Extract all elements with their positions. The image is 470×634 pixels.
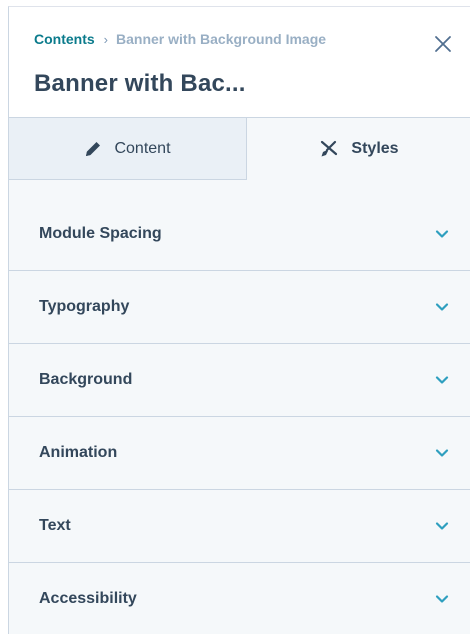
- close-icon: [435, 36, 451, 52]
- sidebar-panel: Contents › Banner with Background Image …: [8, 6, 470, 634]
- chevron-down-icon: [435, 522, 449, 530]
- tab-styles[interactable]: Styles: [247, 118, 470, 180]
- breadcrumb-separator: ›: [103, 31, 109, 47]
- pencil-icon: [86, 141, 101, 156]
- tab-styles-label: Styles: [351, 140, 399, 157]
- section-label: Accessibility: [39, 590, 137, 607]
- section-accessibility[interactable]: Accessibility: [9, 563, 470, 634]
- chevron-down-icon: [435, 303, 449, 311]
- section-label: Typography: [39, 298, 130, 315]
- tab-content-label: Content: [114, 139, 171, 157]
- section-typography[interactable]: Typography: [9, 271, 470, 344]
- section-module-spacing[interactable]: Module Spacing: [9, 198, 470, 271]
- section-label: Background: [39, 371, 133, 388]
- section-label: Module Spacing: [39, 225, 162, 242]
- tab-bar: Content Styles: [9, 118, 470, 180]
- chevron-down-icon: [435, 376, 449, 384]
- section-background[interactable]: Background: [9, 344, 470, 417]
- chevron-down-icon: [435, 449, 449, 457]
- tab-content[interactable]: Content: [9, 118, 247, 180]
- page-title: Banner with Bac...: [34, 70, 246, 97]
- panel-header: Contents › Banner with Background Image …: [9, 7, 470, 118]
- section-label: Text: [39, 517, 71, 534]
- brush-icon: [321, 140, 338, 157]
- section-animation[interactable]: Animation: [9, 417, 470, 490]
- chevron-down-icon: [435, 230, 449, 238]
- section-text[interactable]: Text: [9, 490, 470, 563]
- breadcrumb-contents-link[interactable]: Contents: [34, 31, 95, 47]
- section-label: Animation: [39, 444, 118, 461]
- style-sections-list: Module Spacing Typography Background Ani…: [9, 198, 470, 634]
- close-button[interactable]: [432, 33, 454, 55]
- chevron-down-icon: [435, 595, 449, 603]
- breadcrumb-current: Banner with Background Image: [116, 31, 327, 47]
- breadcrumb: Contents › Banner with Background Image: [34, 31, 326, 47]
